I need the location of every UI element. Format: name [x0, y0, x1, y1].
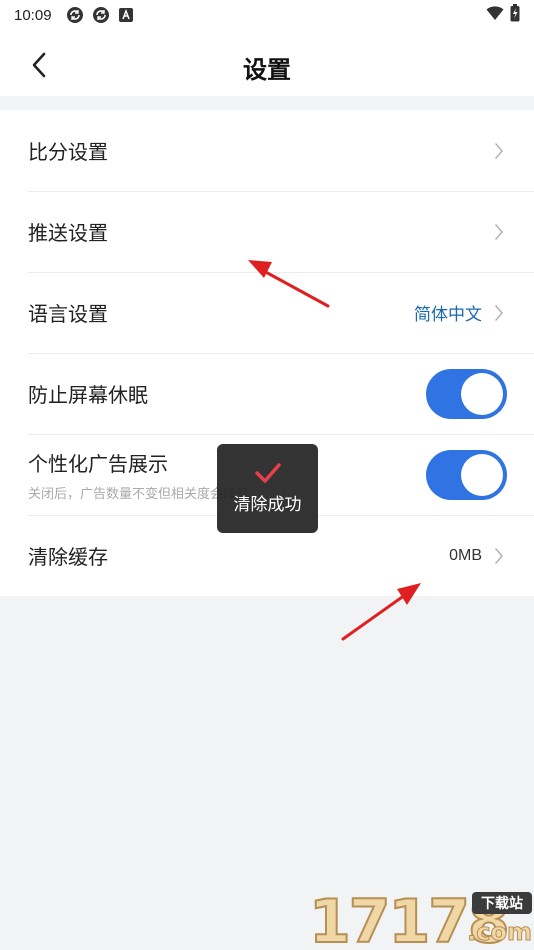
- page-title: 设置: [243, 56, 291, 84]
- battery-charging-icon: [510, 4, 520, 26]
- settings-row-label: 清除缓存: [28, 545, 108, 569]
- settings-row-score[interactable]: 比分设置: [0, 110, 534, 191]
- annotation-arrow-icon: [341, 583, 421, 641]
- sync-icon: [92, 6, 110, 24]
- chevron-right-icon: [490, 223, 508, 241]
- settings-row-label: 防止屏幕休眠: [28, 383, 148, 407]
- app-header: 设置: [0, 30, 534, 96]
- toggle-knob: [461, 372, 503, 415]
- status-right: [486, 4, 520, 26]
- row-right: 0MB: [449, 547, 506, 565]
- sync-icon: [66, 6, 84, 24]
- personalized-ads-toggle[interactable]: [426, 449, 507, 500]
- watermark-logo: 17178 下载站 .com: [308, 880, 534, 950]
- toggle-knob: [461, 453, 503, 496]
- status-bar: 10:09: [0, 0, 534, 30]
- success-toast: 清除成功: [217, 444, 318, 533]
- settings-row-label: 推送设置: [28, 221, 108, 245]
- settings-row-label: 比分设置: [28, 140, 108, 164]
- personalized-ads-text: 个性化广告展示 关闭后，广告数量不变但相关度会降低: [28, 448, 249, 502]
- font-a-icon: [118, 7, 134, 23]
- watermark-badge: 下载站: [472, 892, 532, 914]
- chevron-right-icon: [490, 547, 508, 565]
- wifi-icon: [486, 5, 504, 25]
- annotation-arrow-icon: [248, 260, 330, 308]
- row-right: 简体中文: [414, 300, 506, 325]
- check-icon: [254, 463, 281, 483]
- language-value: 简体中文: [414, 305, 482, 325]
- settings-row-label: 语言设置: [28, 302, 108, 326]
- watermark-domain: .com: [467, 918, 533, 947]
- toast-message: 清除成功: [233, 495, 302, 515]
- row-right: [490, 142, 506, 160]
- personalized-ads-hint: 关闭后，广告数量不变但相关度会降低: [28, 486, 250, 502]
- row-right: [426, 368, 507, 419]
- prevent-sleep-toggle[interactable]: [426, 368, 507, 419]
- row-right: [490, 223, 506, 241]
- chevron-right-icon: [490, 304, 508, 322]
- row-right: [426, 449, 507, 500]
- settings-row-label: 个性化广告展示: [28, 451, 168, 476]
- settings-row-prevent-sleep: 防止屏幕休眠: [0, 353, 534, 434]
- chevron-right-icon: [490, 142, 508, 160]
- cache-size-value: 0MB: [449, 546, 482, 564]
- status-time: 10:09: [14, 6, 52, 24]
